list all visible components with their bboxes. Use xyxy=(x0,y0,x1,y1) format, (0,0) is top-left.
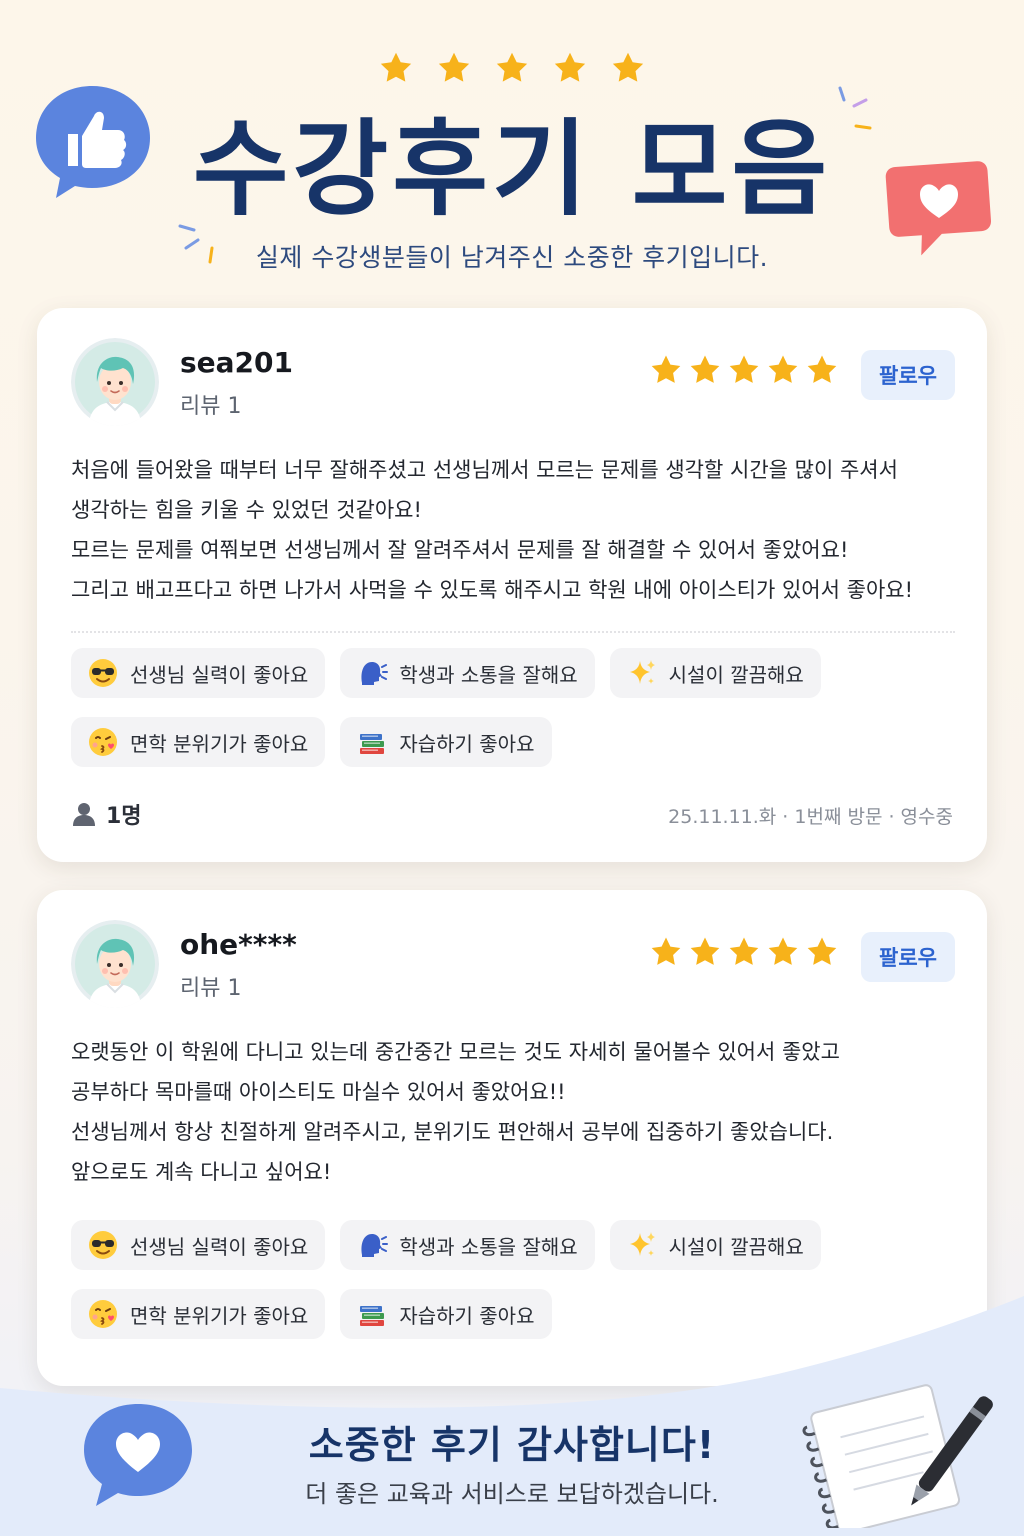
tag-label: 면학 분위기가 좋아요 xyxy=(130,731,309,756)
tag-self-study: 자습하기 좋아요 xyxy=(340,717,552,767)
visitor-count-label: 1명 xyxy=(106,804,142,829)
tag-teacher-skill: 선생님 실력이 좋아요 xyxy=(71,1220,326,1270)
page-subtitle: 실제 수강생분들이 남겨주신 소중한 후기입니다. xyxy=(255,243,769,272)
sparkles-icon xyxy=(626,1229,658,1261)
review-text-line: 처음에 들어왔을 때부터 너무 잘해주셨고 선생님께서 모르는 문제를 생각할 … xyxy=(71,458,898,482)
avatar xyxy=(71,338,159,426)
tag-teacher-skill: 선생님 실력이 좋아요 xyxy=(71,648,326,698)
review-text-line: 오랫동안 이 학원에 다니고 있는데 중간중간 모르는 것도 자세히 물어볼수 … xyxy=(71,1040,840,1064)
tag-atmosphere: 면학 분위기가 좋아요 xyxy=(71,717,326,767)
review-card: sea201 리뷰 1 팔로우 처음에 들어왔을 때부터 너무 잘해주셨고 선생… xyxy=(37,308,987,862)
review-text: 오랫동안 이 학원에 다니고 있는데 중간중간 모르는 것도 자세히 물어볼수 … xyxy=(71,1032,971,1192)
speaking-head-icon xyxy=(356,1229,388,1261)
sunglasses-emoji-icon xyxy=(87,1229,119,1261)
tag-label: 선생님 실력이 좋아요 xyxy=(130,662,309,687)
star-rating xyxy=(649,934,839,970)
sunglasses-emoji-icon xyxy=(87,657,119,689)
tag-label: 선생님 실력이 좋아요 xyxy=(130,1234,309,1259)
speaking-head-icon xyxy=(356,657,388,689)
reviewer-review-count: 리뷰 1 xyxy=(180,976,242,1001)
tag-communication: 학생과 소통을 잘해요 xyxy=(340,648,595,698)
tag-label: 자습하기 좋아요 xyxy=(399,731,535,756)
tag-label: 시설이 깔끔해요 xyxy=(668,662,804,687)
tag-communication: 학생과 소통을 잘해요 xyxy=(340,1220,595,1270)
header-stars-icon xyxy=(378,48,648,88)
review-text: 처음에 들어왔을 때부터 너무 잘해주셨고 선생님께서 모르는 문제를 생각할 … xyxy=(71,450,971,610)
person-icon xyxy=(73,803,95,826)
review-text-line: 모르는 문제를 여쭤보면 선생님께서 잘 알려주셔서 문제를 잘 해결할 수 있… xyxy=(71,538,849,562)
tag-label: 시설이 깔끔해요 xyxy=(668,1234,804,1259)
visitor-count: 1명 xyxy=(71,798,142,830)
reviewer-username[interactable]: sea201 xyxy=(180,346,293,379)
reviewer-review-count: 리뷰 1 xyxy=(180,394,242,419)
avatar xyxy=(71,920,159,1008)
review-text-line: 앞으로도 계속 다니고 싶어요! xyxy=(71,1160,332,1184)
follow-button[interactable]: 팔로우 xyxy=(861,932,955,982)
tag-label: 학생과 소통을 잘해요 xyxy=(399,1234,578,1259)
visit-meta: 25.11.11.화 · 1번째 방문 · 영수중 xyxy=(668,806,953,828)
tag-facility: 시설이 깔끔해요 xyxy=(609,648,821,698)
review-text-line: 공부하다 목마를때 아이스티도 마실수 있어서 좋았어요!! xyxy=(71,1080,566,1104)
review-text-line: 그리고 배고프다고 하면 나가서 사먹을 수 있도록 해주시고 학원 내에 아이… xyxy=(71,578,913,602)
review-tags: 선생님 실력이 좋아요 학생과 소통을 잘해요 시설이 깔끔해요 면학 분위기가… xyxy=(71,648,971,786)
review-collection-page: 수강후기 모음 실제 수강생분들이 남겨주신 소중한 후기입니다. sea201… xyxy=(0,0,1024,1536)
notebook-pen-icon xyxy=(802,1384,993,1528)
review-text-line: 선생님께서 항상 친절하게 알려주시고, 분위기도 편안해서 공부에 집중하기 … xyxy=(71,1120,834,1144)
sparkles-icon xyxy=(626,657,658,689)
follow-button[interactable]: 팔로우 xyxy=(861,350,955,400)
star-rating xyxy=(649,352,839,388)
review-text-line: 생각하는 힘을 키울 수 있었던 것같아요! xyxy=(71,498,422,522)
reviewer-username[interactable]: ohe**** xyxy=(180,928,297,961)
tag-label: 학생과 소통을 잘해요 xyxy=(399,662,578,687)
tag-facility: 시설이 깔끔해요 xyxy=(609,1220,821,1270)
kissing-face-icon xyxy=(87,726,119,758)
books-icon xyxy=(356,726,388,758)
divider xyxy=(71,631,955,633)
page-title: 수강후기 모음 xyxy=(192,108,832,230)
